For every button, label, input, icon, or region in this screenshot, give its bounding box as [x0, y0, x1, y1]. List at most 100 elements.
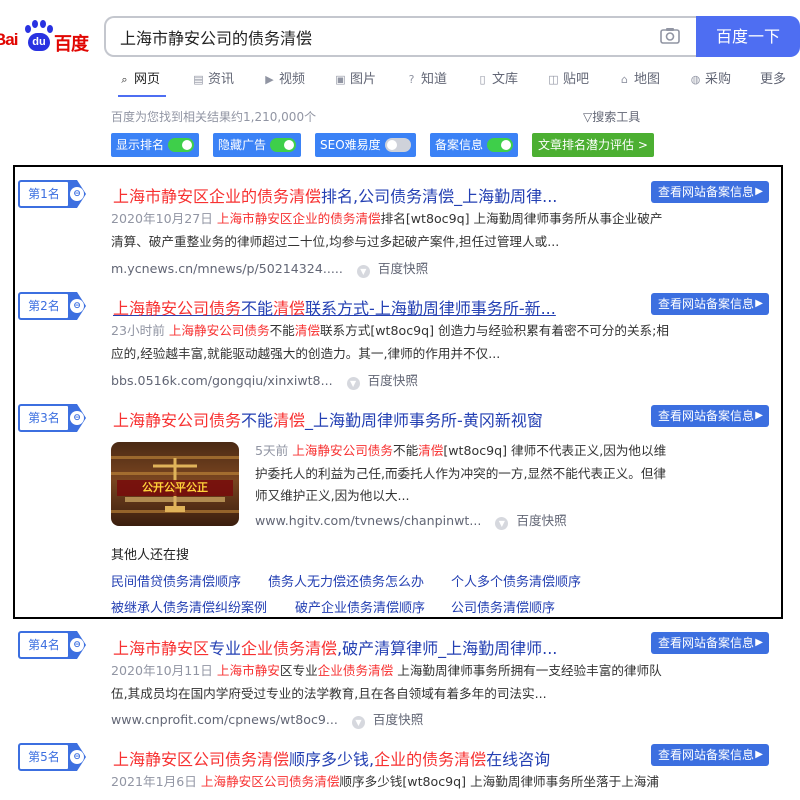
- related-search-link[interactable]: 被继承人债务清偿纠纷案例: [111, 597, 267, 616]
- related-search-link[interactable]: 公司债务清偿顺序: [451, 597, 555, 616]
- view-beian-button[interactable]: 查看网站备案信息 ▶: [651, 744, 769, 766]
- rank-label: 第4名: [18, 631, 70, 659]
- result-count: 百度为您找到相关结果约1,210,000个: [111, 110, 317, 124]
- baidu-logo[interactable]: Bai du 百度: [0, 18, 92, 58]
- result-source[interactable]: www.hgitv.com/tvnews/chanpinwt... ▼ 百度快照: [255, 510, 567, 530]
- related-search-link[interactable]: 个人多个债务清偿顺序: [451, 571, 581, 590]
- rank-icon: ⊖: [70, 187, 84, 201]
- result-title[interactable]: 上海静安公司债务不能清偿_上海勤周律师事务所-黄冈新视窗: [113, 407, 543, 431]
- title-highlight: 上海市静安区企业的债务清偿: [113, 187, 322, 206]
- toggle-seo-difficulty[interactable]: SEO难易度: [315, 133, 416, 157]
- search-box: [104, 16, 696, 57]
- search-input[interactable]: [106, 18, 636, 55]
- beian-label: 查看网站备案信息: [658, 297, 755, 311]
- search-button[interactable]: 百度一下: [696, 16, 800, 57]
- abstract-highlight: 清偿: [294, 323, 320, 338]
- toggle-hide-ads[interactable]: 隐藏广告: [213, 133, 301, 157]
- chevron-down-icon[interactable]: ▼: [495, 517, 509, 530]
- search-tools[interactable]: ▽搜索工具: [583, 108, 640, 125]
- tab-label: 采购: [705, 72, 732, 87]
- paw-icon: du: [24, 20, 54, 52]
- result-date: 23小时前: [111, 323, 165, 338]
- result-title[interactable]: 上海静安区公司债务清偿顺序多少钱,企业的债务清偿在线咨询: [113, 746, 550, 770]
- abstract-text: 不能: [269, 323, 295, 338]
- related-search-link[interactable]: 民间借贷债务清偿顺序: [111, 571, 241, 590]
- rank-badge: ⊖ 第3名: [18, 404, 96, 432]
- tab-more[interactable]: 更多: [760, 68, 786, 87]
- camera-icon[interactable]: [660, 27, 680, 44]
- title-highlight: 清偿: [273, 299, 306, 318]
- arrow-right-icon: ▶: [755, 186, 763, 197]
- tab-wenku[interactable]: ▯ 文库: [476, 68, 518, 87]
- related-search-link[interactable]: 破产企业债务清偿顺序: [295, 597, 425, 616]
- toggle-beian-info[interactable]: 备案信息: [430, 133, 518, 157]
- result-date: 5天前: [255, 443, 289, 458]
- view-beian-button[interactable]: 查看网站备案信息 ▶: [651, 293, 769, 315]
- result-abstract: 2021年1月6日 上海静安区公司债务清偿顺序多少钱[wt8oc9q] 上海勤周…: [111, 771, 671, 800]
- chevron-down-icon[interactable]: ▼: [356, 265, 370, 278]
- question-icon: ?: [408, 73, 415, 86]
- thumbnail-caption: 公开公平公正: [117, 480, 233, 496]
- arrow-right-icon: ▶: [755, 637, 763, 648]
- rank-icon: ⊖: [70, 299, 84, 313]
- tab-news[interactable]: ▤ 资讯: [192, 68, 234, 87]
- rank-potential-eval-button[interactable]: 文章排名潜力评估 >: [532, 133, 654, 157]
- result-title[interactable]: 上海静安公司债务不能清偿联系方式-上海勤周律师事务所-新...: [113, 295, 556, 319]
- rank-label: 第1名: [18, 180, 70, 208]
- abstract-text: 不能: [392, 443, 419, 458]
- tab-tieba[interactable]: ◫ 贴吧: [547, 68, 589, 87]
- result-abstract: 2020年10月11日 上海市静安区专业企业债务清偿 上海勤周律师事务所拥有一支…: [111, 660, 671, 705]
- beian-label: 查看网站备案信息: [658, 748, 755, 762]
- search-icon: ⌕: [121, 73, 128, 86]
- abstract-highlight: 清偿: [418, 443, 444, 458]
- snapshot-link[interactable]: 百度快照: [368, 373, 418, 388]
- title-text: 不能: [241, 411, 274, 430]
- tab-image[interactable]: ▣ 图片: [334, 68, 376, 87]
- snapshot-link[interactable]: 百度快照: [378, 261, 428, 276]
- tab-label: 资讯: [208, 72, 235, 87]
- rank-badge: ⊖ 第4名: [18, 631, 96, 659]
- tab-purchase[interactable]: ◍ 采购: [689, 68, 731, 87]
- result-date: 2021年1月6日: [111, 774, 197, 789]
- snapshot-link[interactable]: 百度快照: [373, 712, 423, 727]
- abstract-highlight: 上海静安区公司债务清偿: [200, 774, 340, 789]
- view-beian-button[interactable]: 查看网站备案信息 ▶: [651, 181, 769, 203]
- result-source[interactable]: m.ycnews.cn/mnews/p/50214324..... ▼ 百度快照: [111, 258, 428, 278]
- switch-on[interactable]: [487, 138, 513, 152]
- source-url: www.cnprofit.com/cpnews/wt8oc9...: [111, 712, 338, 727]
- rank-badge: ⊖ 第5名: [18, 743, 96, 771]
- title-highlight: 上海静安公司债务: [113, 411, 242, 430]
- chevron-down-icon[interactable]: ▼: [346, 377, 360, 390]
- switch-off[interactable]: [385, 138, 411, 152]
- switch-on[interactable]: [168, 138, 194, 152]
- tab-zhidao[interactable]: ? 知道: [405, 68, 447, 87]
- source-url: bbs.0516k.com/gongqiu/xinxiwt8...: [111, 373, 333, 388]
- tab-label: 知道: [421, 72, 448, 87]
- title-text: 顺序多少钱,: [289, 750, 375, 769]
- news-icon: ▤: [193, 73, 204, 86]
- result-title[interactable]: 上海市静安区企业的债务清偿排名,公司债务清偿_上海勤周律...: [113, 183, 557, 207]
- view-beian-button[interactable]: 查看网站备案信息 ▶: [651, 405, 769, 427]
- result-thumbnail[interactable]: 公开公平公正: [111, 442, 239, 526]
- view-beian-button[interactable]: 查看网站备案信息 ▶: [651, 632, 769, 654]
- related-search-link[interactable]: 债务人无力偿还债务怎么办: [268, 571, 424, 590]
- search-tabs: ⌕ 网页 ▤ 资讯 ▶ 视频 ▣ 图片 ? 知道 ▯ 文库 ◫ 贴吧 ⌂ 地图 ◍ 采购 更多: [118, 68, 800, 97]
- tab-label: 视频: [279, 72, 306, 87]
- title-highlight: 上海静安公司债务: [113, 299, 242, 318]
- result-source[interactable]: www.cnprofit.com/cpnews/wt8oc9... ▼ 百度快照: [111, 709, 423, 729]
- result-title[interactable]: 上海市静安区专业企业债务清偿,破产清算律师_上海勤周律师...: [113, 635, 557, 659]
- toggle-label: 备案信息: [435, 138, 484, 152]
- doc-icon: ▯: [479, 73, 486, 86]
- toggle-show-rank[interactable]: 显示排名: [111, 133, 199, 157]
- tab-web[interactable]: ⌕ 网页: [118, 68, 160, 87]
- tieba-icon: ◫: [548, 73, 559, 86]
- tab-video[interactable]: ▶ 视频: [263, 68, 305, 87]
- switch-on[interactable]: [270, 138, 296, 152]
- result-source[interactable]: bbs.0516k.com/gongqiu/xinxiwt8... ▼ 百度快照: [111, 370, 418, 390]
- rank-label: 第5名: [18, 743, 70, 771]
- title-text: 联系方式-上海勤周律师事务所-新...: [305, 299, 556, 318]
- tab-map[interactable]: ⌂ 地图: [618, 68, 660, 87]
- title-highlight: 上海静安区公司债务清偿: [113, 750, 290, 769]
- snapshot-link[interactable]: 百度快照: [516, 513, 566, 528]
- chevron-down-icon[interactable]: ▼: [351, 716, 365, 729]
